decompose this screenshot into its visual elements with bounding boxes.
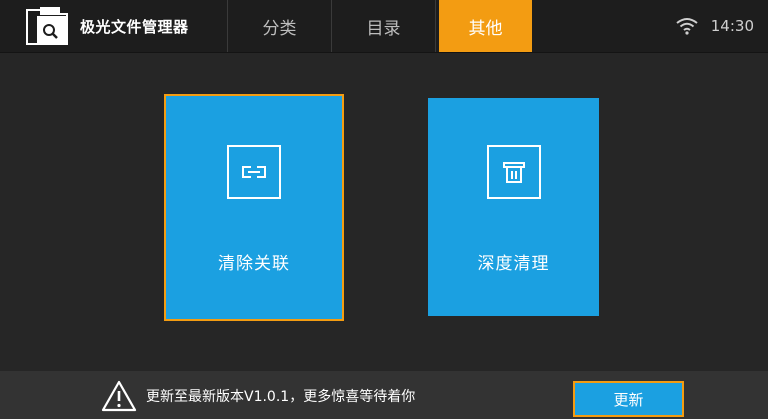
deep-clean-label: 深度清理 [477,254,550,274]
tab-category[interactable]: 分类 [228,0,332,52]
deep-clean-tile[interactable]: 深度清理 [428,98,599,316]
status-area: 14:30 [675,0,768,52]
top-bar: 极光文件管理器 分类 目录 其他 14:30 [0,0,768,53]
trash-icon [486,145,541,199]
app-title: 极光文件管理器 [80,17,189,36]
tab-directory-label: 目录 [366,18,401,39]
tab-other[interactable]: 其他 [439,0,532,52]
tab-category-label: 分类 [262,18,297,39]
update-notice-bar: 更新至最新版本V1.0.1，更多惊喜等待着你 更新 [0,371,768,419]
status-time: 14:30 [710,17,754,35]
update-button[interactable]: 更新 [573,381,684,417]
update-notice-text: 更新至最新版本V1.0.1，更多惊喜等待着你 [146,389,416,405]
app-brand: 极光文件管理器 [0,0,228,52]
tab-directory[interactable]: 目录 [332,0,436,52]
clear-association-tile[interactable]: 清除关联 [164,94,344,321]
tab-other-label: 其他 [468,18,503,39]
wifi-icon [676,18,698,35]
folder-search-icon [26,7,68,45]
link-icon [227,145,281,199]
clear-association-label: 清除关联 [218,254,290,274]
warning-icon [101,380,137,412]
